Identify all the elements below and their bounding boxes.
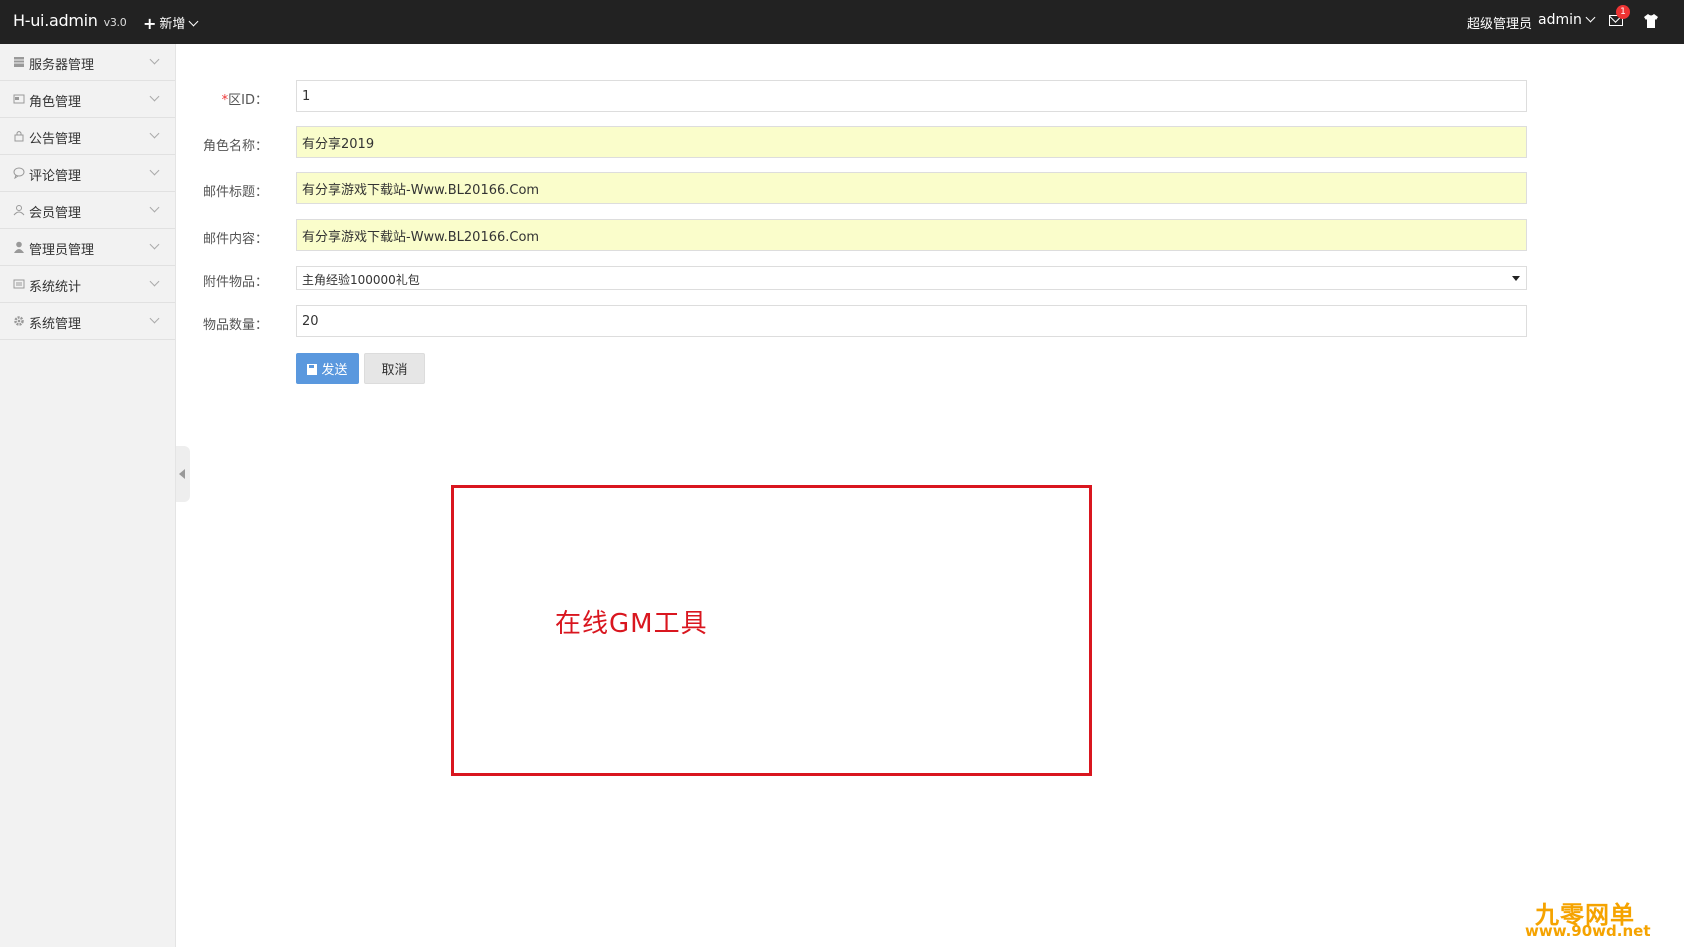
sidebar-item-label: 角色管理 (29, 95, 82, 110)
chevron-down-icon (149, 239, 160, 250)
zone-id-label: *区ID： (221, 93, 268, 108)
zone-id-input[interactable] (296, 80, 1527, 112)
send-button[interactable]: 发送 (296, 353, 359, 384)
sidebar-item-admin[interactable]: 管理员管理 (0, 229, 175, 266)
skin-shirt-icon[interactable] (1643, 13, 1659, 29)
role-name-input[interactable] (296, 126, 1527, 158)
stats-icon (13, 279, 25, 289)
sidebar-item-server[interactable]: 服务器管理 (0, 44, 175, 81)
user-role-label: 超级管理员 (1467, 17, 1533, 32)
quantity-input[interactable] (296, 305, 1527, 337)
role-icon (13, 94, 25, 104)
message-count-badge: 1 (1616, 5, 1630, 19)
form-row-mail-title: 邮件标题： (176, 172, 1576, 206)
top-navbar: H-ui.admin v3.0 + 新增 超级管理员 admin 1 (0, 0, 1684, 44)
chevron-down-icon (149, 313, 160, 324)
chevron-down-icon (149, 165, 160, 176)
save-icon (307, 364, 318, 375)
sidebar-item-label: 系统统计 (29, 280, 82, 295)
sidebar-item-comment[interactable]: 评论管理 (0, 155, 175, 192)
cancel-button[interactable]: 取消 (364, 353, 425, 384)
annotation-text: 在线GM工具 (555, 609, 708, 639)
comment-icon (13, 167, 25, 179)
watermark-url: www.90wd.net (1525, 922, 1651, 940)
chevron-down-icon (149, 91, 160, 102)
dropdown-arrow-icon (1512, 276, 1520, 281)
role-name-label: 角色名称： (202, 139, 268, 154)
sidebar-item-label: 管理员管理 (29, 243, 95, 258)
form-row-attachment: 附件物品： 主角经验100000礼包 (176, 266, 1576, 300)
chevron-down-icon (188, 16, 199, 27)
sidebar-item-label: 服务器管理 (29, 58, 95, 73)
form-row-role-name: 角色名称： (176, 126, 1576, 160)
chevron-down-icon (149, 128, 160, 139)
sidebar-item-stats[interactable]: 系统统计 (0, 266, 175, 303)
add-new-label: 新增 (159, 17, 186, 32)
brand-name: H-ui.admin (13, 11, 98, 30)
member-icon (13, 205, 25, 216)
user-menu[interactable]: admin (1538, 12, 1596, 28)
chevron-down-icon (149, 202, 160, 213)
sidebar-item-label: 系统管理 (29, 317, 82, 332)
form-row-zone-id: *区ID： (176, 80, 1576, 114)
brand-logo[interactable]: H-ui.admin v3.0 (13, 11, 127, 30)
sidebar-item-announcement[interactable]: 公告管理 (0, 118, 175, 155)
username: admin (1538, 12, 1582, 28)
annotation-box (451, 485, 1092, 776)
mail-title-input[interactable] (296, 172, 1527, 204)
sidebar-item-label: 公告管理 (29, 132, 82, 147)
server-icon (14, 57, 24, 67)
form-row-mail-content: 邮件内容： (176, 219, 1576, 253)
plus-icon: + (143, 14, 157, 33)
mail-title-label: 邮件标题： (202, 185, 268, 200)
chevron-down-icon (1585, 12, 1596, 23)
chevron-down-icon (149, 276, 160, 287)
announcement-icon (14, 131, 24, 142)
gear-icon (14, 316, 24, 326)
chevron-down-icon (149, 54, 160, 65)
sidebar-collapse-toggle[interactable] (176, 446, 190, 502)
quantity-label: 物品数量： (202, 318, 268, 333)
sidebar-item-label: 会员管理 (29, 206, 82, 221)
sidebar-item-member[interactable]: 会员管理 (0, 192, 175, 229)
mail-content-input[interactable] (296, 219, 1527, 251)
sidebar-menu: 服务器管理 角色管理 公告管理 评论管理 会员管理 管理员管理 系统统计 系统管… (0, 44, 176, 947)
attachment-selected-value: 主角经验100000礼包 (302, 273, 420, 287)
sidebar-item-system[interactable]: 系统管理 (0, 303, 175, 340)
form-row-quantity: 物品数量： (176, 305, 1576, 339)
attachment-select[interactable]: 主角经验100000礼包 (296, 266, 1527, 290)
add-new-menu[interactable]: + 新增 (143, 13, 199, 33)
brand-version: v3.0 (103, 16, 127, 29)
sidebar-item-label: 评论管理 (29, 169, 82, 184)
attachment-label: 附件物品： (202, 275, 268, 290)
mail-content-label: 邮件内容： (202, 232, 268, 247)
admin-icon (14, 241, 24, 253)
sidebar-item-role[interactable]: 角色管理 (0, 81, 175, 118)
